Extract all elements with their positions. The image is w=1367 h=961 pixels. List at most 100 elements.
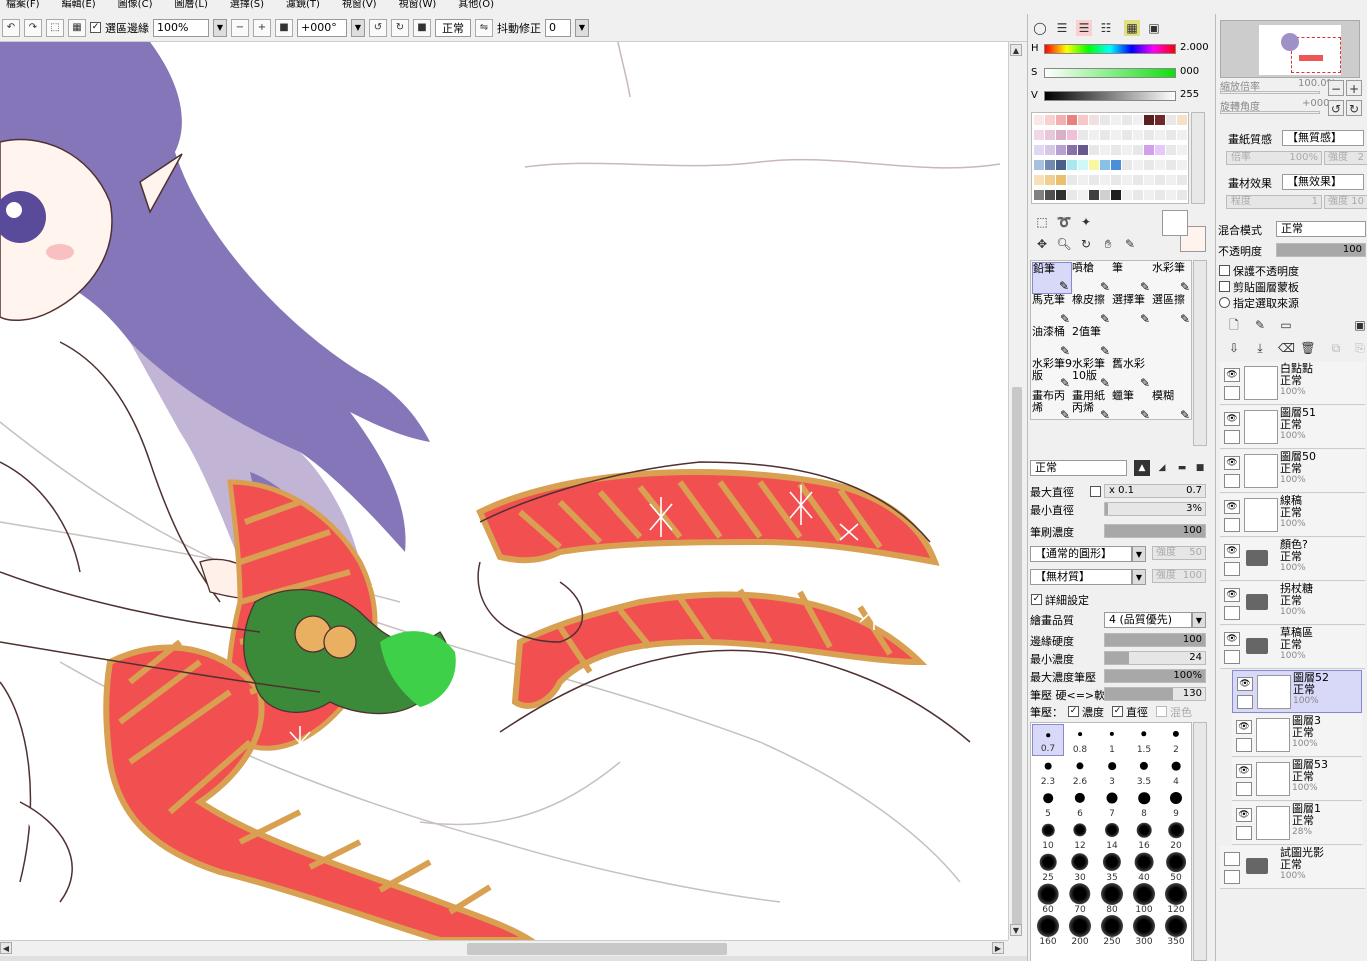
brush-size-scrollbar[interactable] xyxy=(1193,722,1207,961)
brush-size-preset[interactable]: 160 xyxy=(1032,915,1064,948)
zoom-reset-icon[interactable]: ■ xyxy=(275,18,293,37)
paper-degree-slider[interactable]: 程度 1 xyxy=(1226,195,1322,209)
swatches-icon[interactable]: ▦ xyxy=(1124,20,1140,36)
brush-tool[interactable]: 油漆桶 ✎ xyxy=(1032,326,1072,358)
color-swatch[interactable] xyxy=(1045,190,1055,200)
color-swatch[interactable] xyxy=(1078,160,1088,170)
scroll-down-icon[interactable]: ▼ xyxy=(1010,924,1022,936)
layer-row[interactable]: 👁︎ 草稿區 正常 100% xyxy=(1220,626,1365,669)
brush-tool[interactable]: 舊水彩 ✎ xyxy=(1112,358,1152,390)
color-swatch[interactable] xyxy=(1034,190,1044,200)
brush-tool[interactable]: 2值筆 ✎ xyxy=(1072,326,1112,358)
value-slider[interactable] xyxy=(1044,91,1176,101)
brush-size-preset[interactable]: 40 xyxy=(1128,852,1160,884)
brush-tool[interactable]: 筆 ✎ xyxy=(1112,262,1152,294)
layer-opacity-slider[interactable]: 100 xyxy=(1276,243,1366,257)
color-swatch[interactable] xyxy=(1155,160,1165,170)
layer-lock-toggle[interactable] xyxy=(1236,738,1252,752)
layer-row[interactable]: 👁︎ 圖層50 正常 100% xyxy=(1220,450,1365,493)
nav-angle-slider[interactable] xyxy=(1220,111,1320,114)
texture-strength-slider[interactable]: 強度 100 xyxy=(1152,569,1206,583)
undo-icon[interactable]: ↶ xyxy=(2,18,20,37)
menu-item[interactable]: 視窗(W) xyxy=(399,0,437,12)
rotate-right-icon[interactable]: ↻ xyxy=(391,18,409,37)
swatch-scrollbar[interactable] xyxy=(1191,112,1205,204)
drawing-canvas[interactable] xyxy=(0,42,1008,940)
shape-strength-slider[interactable]: 強度 50 xyxy=(1152,546,1206,560)
visibility-eye-icon[interactable]: 👁︎ xyxy=(1224,588,1240,602)
brush-shape-dropdown[interactable]: 【通常的圓形】 xyxy=(1030,546,1132,562)
mixer-icon[interactable]: ☷ xyxy=(1098,20,1114,36)
layer-lock-toggle[interactable] xyxy=(1224,430,1240,444)
visibility-eye-icon[interactable]: 👁︎ xyxy=(1237,677,1253,691)
brush-size-preset[interactable]: 200 xyxy=(1064,915,1096,948)
brush-size-preset[interactable]: 14 xyxy=(1096,820,1128,852)
zoom-out-icon[interactable]: − xyxy=(231,18,249,37)
canvas-horizontal-scrollbar[interactable]: ◀ ▶ xyxy=(0,940,1008,956)
color-swatch[interactable] xyxy=(1045,130,1055,140)
color-swatch[interactable] xyxy=(1067,130,1077,140)
brush-size-preset[interactable]: 16 xyxy=(1128,820,1160,852)
pressure-size-checkbox[interactable]: ✓ xyxy=(1112,706,1123,717)
menu-item[interactable]: 視窗(V) xyxy=(342,0,377,12)
nav-zoom-out-icon[interactable]: − xyxy=(1328,80,1344,96)
marquee-tool-icon[interactable]: ⬚ xyxy=(1034,214,1050,230)
brush-size-preset[interactable]: 30 xyxy=(1064,852,1096,884)
brush-tool[interactable]: 選擇筆 ✎ xyxy=(1112,294,1152,326)
visibility-eye-icon[interactable]: 👁︎ xyxy=(1224,544,1240,558)
layer-lock-toggle[interactable] xyxy=(1224,386,1240,400)
color-swatch[interactable] xyxy=(1100,145,1110,155)
brush-size-preset[interactable]: 70 xyxy=(1064,883,1096,916)
quality-dropdown[interactable]: 4 (品質優先) xyxy=(1104,612,1192,628)
layer-lock-toggle[interactable] xyxy=(1224,562,1240,576)
brush-size-preset[interactable]: 5 xyxy=(1032,788,1064,820)
rotate-left-icon[interactable]: ↺ xyxy=(369,18,387,37)
layer-row[interactable]: 👁︎ 圖層52 正常 100% xyxy=(1232,670,1362,713)
brush-tip-flat-icon[interactable]: ▬ xyxy=(1174,460,1190,476)
menu-item[interactable]: 選擇(S) xyxy=(230,0,264,12)
scroll-right-icon[interactable]: ▶ xyxy=(992,942,1004,954)
layer-lock-toggle[interactable] xyxy=(1236,782,1252,796)
visibility-eye-icon[interactable]: 👁︎ xyxy=(1236,764,1252,778)
color-swatch[interactable] xyxy=(1155,130,1165,140)
quality-dropdown-icon[interactable]: ▼ xyxy=(1192,612,1206,628)
redo-icon[interactable]: ↷ xyxy=(24,18,42,37)
color-swatch[interactable] xyxy=(1122,130,1132,140)
layer-row[interactable]: 👁︎ 白點點 正常 100% xyxy=(1220,362,1365,405)
max-size-lock[interactable] xyxy=(1090,486,1101,497)
selection-source-radio[interactable] xyxy=(1219,297,1230,308)
color-swatch[interactable] xyxy=(1067,175,1077,185)
color-swatch[interactable] xyxy=(1078,115,1088,125)
menu-item[interactable]: 濾鏡(T) xyxy=(286,0,320,12)
brush-tool[interactable]: 鉛筆 ✎ xyxy=(1032,262,1072,294)
color-swatch[interactable] xyxy=(1166,190,1176,200)
color-swatch[interactable] xyxy=(1177,160,1187,170)
color-swatch[interactable] xyxy=(1166,130,1176,140)
brush-tool[interactable]: 畫布丙烯 ✎ xyxy=(1032,390,1072,422)
brush-size-preset[interactable]: 0.7 xyxy=(1032,724,1064,756)
color-swatch[interactable] xyxy=(1100,130,1110,140)
menu-item[interactable]: 檔案(F) xyxy=(6,0,40,12)
color-swatch[interactable] xyxy=(1067,115,1077,125)
merge-down-icon[interactable]: ⤓ xyxy=(1252,340,1268,356)
color-swatch[interactable] xyxy=(1056,190,1066,200)
brush-tool[interactable]: 水彩筆10版 ✎ xyxy=(1072,358,1112,390)
density-slider[interactable]: 100 xyxy=(1104,524,1206,538)
color-swatch[interactable] xyxy=(1166,115,1176,125)
layer-row[interactable]: 👁︎ 圖層51 正常 100% xyxy=(1220,406,1365,449)
brush-tool[interactable]: 水彩筆9版 ✎ xyxy=(1032,358,1072,390)
stabilizer-dropdown-icon[interactable]: ▼ xyxy=(575,18,589,37)
visibility-eye-icon[interactable] xyxy=(1224,852,1240,866)
color-swatch[interactable] xyxy=(1078,190,1088,200)
color-swatch[interactable] xyxy=(1056,130,1066,140)
brush-size-preset[interactable]: 250 xyxy=(1096,915,1128,948)
zoom-dropdown-icon[interactable]: ▼ xyxy=(213,18,227,37)
color-swatch[interactable] xyxy=(1133,160,1143,170)
paper-scale-slider[interactable]: 倍率 100% xyxy=(1226,151,1322,165)
color-swatch[interactable] xyxy=(1144,115,1154,125)
color-swatch[interactable] xyxy=(1144,145,1154,155)
brush-tool[interactable]: 選區擦 ✎ xyxy=(1152,294,1192,326)
visibility-eye-icon[interactable]: 👁︎ xyxy=(1236,720,1252,734)
color-swatch[interactable] xyxy=(1045,160,1055,170)
eyedropper-icon[interactable]: ✎ xyxy=(1122,236,1138,252)
